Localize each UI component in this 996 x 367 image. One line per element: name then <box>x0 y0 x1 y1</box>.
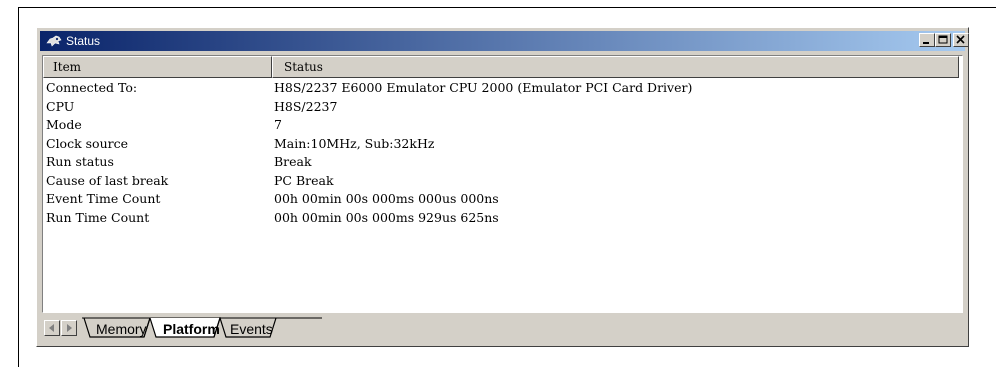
tab-platform[interactable]: Platform <box>163 321 220 337</box>
scroll-right-icon <box>67 324 72 332</box>
scroll-left-button[interactable] <box>44 320 60 336</box>
status-cell: PC Break <box>274 172 334 188</box>
status-list-view[interactable]: Item Status Connected To: H8S/2237 E6000… <box>42 55 963 313</box>
scroll-left-icon <box>49 324 54 332</box>
item-cell: Clock source <box>46 135 129 151</box>
table-row[interactable]: Cause of last break PC Break <box>46 172 334 191</box>
status-cell: 00h 00min 00s 000ms 000us 000ns <box>274 191 499 206</box>
item-cell: Event Time Count <box>46 191 161 206</box>
column-header-item-label: Item <box>53 60 82 74</box>
table-row[interactable]: Connected To: H8S/2237 E6000 Emulator CP… <box>46 79 692 98</box>
item-cell: Mode <box>46 117 82 132</box>
status-app-icon[interactable] <box>46 34 62 48</box>
minimize-icon <box>923 42 929 44</box>
status-cell: H8S/2237 E6000 Emulator CPU 2000 (Emulat… <box>274 80 693 95</box>
item-cell: Cause of last break <box>46 172 169 188</box>
status-rows: Connected To: H8S/2237 E6000 Emulator CP… <box>46 79 692 228</box>
maximize-button[interactable] <box>935 33 951 47</box>
status-cell: 7 <box>274 117 282 132</box>
status-cell: Break <box>274 154 312 169</box>
table-row[interactable]: Clock source Main:10MHz, Sub:32kHz <box>46 135 434 154</box>
item-cell: CPU <box>46 98 75 114</box>
item-cell: Run status <box>46 154 114 169</box>
column-header-status[interactable]: Status <box>272 56 959 78</box>
document-frame-left-border <box>18 7 19 367</box>
document-frame-top-border <box>18 7 996 8</box>
window-title: Status <box>66 34 101 48</box>
status-window: Status Item Status Connected To: H8S/223… <box>36 27 969 347</box>
close-button[interactable] <box>953 33 969 47</box>
minimize-button[interactable] <box>919 33 935 47</box>
close-icon <box>956 35 965 44</box>
status-cell: Main:10MHz, Sub:32kHz <box>274 135 435 151</box>
tab-events[interactable]: Events <box>230 321 273 337</box>
title-bar[interactable]: Status <box>40 31 969 51</box>
status-cell: 00h 00min 00s 000ms 929us 625ns <box>274 209 499 225</box>
table-row[interactable]: Mode 7 <box>46 116 282 135</box>
table-row[interactable]: Run status Break <box>46 153 312 172</box>
table-row[interactable]: Event Time Count 00h 00min 00s 000ms 000… <box>46 190 499 209</box>
sheet-tab-bar: Memory Platform Events <box>42 317 963 339</box>
column-header-item[interactable]: Item <box>43 56 272 78</box>
table-row[interactable]: CPU H8S/2237 <box>46 98 337 117</box>
status-cell: H8S/2237 <box>274 98 338 114</box>
table-row[interactable]: Run Time Count 00h 00min 00s 000ms 929us… <box>46 209 499 228</box>
item-cell: Connected To: <box>46 80 138 95</box>
maximize-icon <box>938 35 948 44</box>
scroll-right-button[interactable] <box>61 320 77 336</box>
item-cell: Run Time Count <box>46 209 150 225</box>
column-header-status-label: Status <box>284 60 323 74</box>
tab-memory[interactable]: Memory <box>96 321 147 337</box>
